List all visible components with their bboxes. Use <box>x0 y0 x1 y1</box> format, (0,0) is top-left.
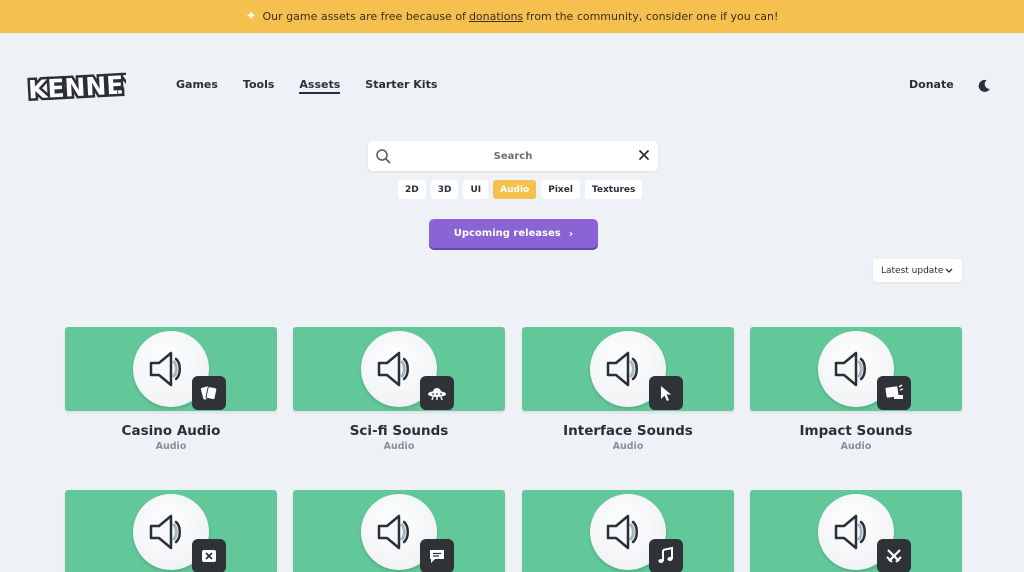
upcoming-releases-button[interactable]: Upcoming releases › <box>429 219 598 248</box>
asset-thumbnail[interactable] <box>750 327 962 411</box>
sort-selected-value: Latest update <box>881 265 944 276</box>
speaker-icon <box>149 351 181 387</box>
banner-text-after: from the community, consider one if you … <box>526 10 779 23</box>
asset-thumbnail[interactable] <box>65 490 277 572</box>
asset-title[interactable]: Casino Audio <box>65 423 277 439</box>
speaker-icon <box>834 514 866 550</box>
asset-thumbnail[interactable] <box>293 490 505 572</box>
donate-link[interactable]: Donate <box>909 78 954 91</box>
logo-text: KENNEY <box>27 70 126 104</box>
asset-category: Audio <box>612 441 644 452</box>
banner-text-before: Our game assets are free because of <box>262 10 466 23</box>
sparkle-icon: ✦ <box>245 9 257 24</box>
main-nav: Games Tools Assets Starter Kits <box>176 78 462 94</box>
speaker-icon <box>377 351 409 387</box>
dark-mode-toggle[interactable] <box>976 78 992 94</box>
search-icon <box>376 149 391 164</box>
asset-title[interactable]: Impact Sounds <box>750 423 962 439</box>
asset-card[interactable] <box>522 490 734 572</box>
impact-icon <box>877 376 911 410</box>
swords-icon <box>877 539 911 572</box>
nav-tools[interactable]: Tools <box>243 78 274 94</box>
filter-textures[interactable]: Textures <box>584 180 643 199</box>
filter-3d[interactable]: 3D <box>430 180 459 199</box>
chevron-down-icon <box>945 268 953 273</box>
speaker-icon <box>834 351 866 387</box>
asset-title[interactable]: Interface Sounds <box>522 423 734 439</box>
filter-audio[interactable]: Audio <box>493 180 537 199</box>
nav-games[interactable]: Games <box>176 78 218 94</box>
moon-icon <box>978 79 990 92</box>
speaker-icon <box>377 514 409 550</box>
search-input[interactable] <box>368 150 658 162</box>
chat-icon <box>420 539 454 572</box>
asset-card[interactable]: Impact Sounds Audio <box>750 327 962 452</box>
search-box <box>368 141 658 171</box>
asset-card[interactable]: Sci-fi Sounds Audio <box>293 327 505 452</box>
music-note-icon <box>649 539 683 572</box>
speaker-icon <box>606 514 638 550</box>
clear-search-icon[interactable] <box>638 149 650 161</box>
asset-category: Audio <box>155 441 187 452</box>
asset-card[interactable] <box>293 490 505 572</box>
cards-icon <box>192 376 226 410</box>
kenney-logo[interactable]: KENNEY <box>25 66 146 107</box>
ufo-icon <box>420 376 454 410</box>
cursor-icon <box>649 376 683 410</box>
asset-category: Audio <box>383 441 415 452</box>
asset-card[interactable] <box>65 490 277 572</box>
asset-thumbnail[interactable] <box>293 327 505 411</box>
asset-title[interactable]: Sci-fi Sounds <box>293 423 505 439</box>
filter-2d[interactable]: 2D <box>398 180 426 199</box>
sort-select[interactable]: Latest update <box>873 259 962 282</box>
asset-category: Audio <box>840 441 872 452</box>
asset-thumbnail[interactable] <box>522 327 734 411</box>
donation-banner: ✦ Our game assets are free because of do… <box>0 0 1024 33</box>
close-box-icon <box>192 539 226 572</box>
asset-card[interactable]: Casino Audio Audio <box>65 327 277 452</box>
category-filters: 2D 3D UI Audio Pixel Textures <box>398 180 643 199</box>
speaker-icon <box>606 351 638 387</box>
donations-link[interactable]: donations <box>469 10 523 23</box>
speaker-icon <box>149 514 181 550</box>
asset-thumbnail[interactable] <box>522 490 734 572</box>
nav-starter-kits[interactable]: Starter Kits <box>365 78 437 94</box>
asset-thumbnail[interactable] <box>750 490 962 572</box>
chevron-right-icon: › <box>568 227 574 240</box>
filter-ui[interactable]: UI <box>463 180 489 199</box>
nav-assets[interactable]: Assets <box>299 78 341 94</box>
upcoming-releases-label: Upcoming releases <box>453 228 561 239</box>
filter-pixel[interactable]: Pixel <box>541 180 580 199</box>
asset-card[interactable]: Interface Sounds Audio <box>522 327 734 452</box>
asset-card[interactable] <box>750 490 962 572</box>
asset-thumbnail[interactable] <box>65 327 277 411</box>
